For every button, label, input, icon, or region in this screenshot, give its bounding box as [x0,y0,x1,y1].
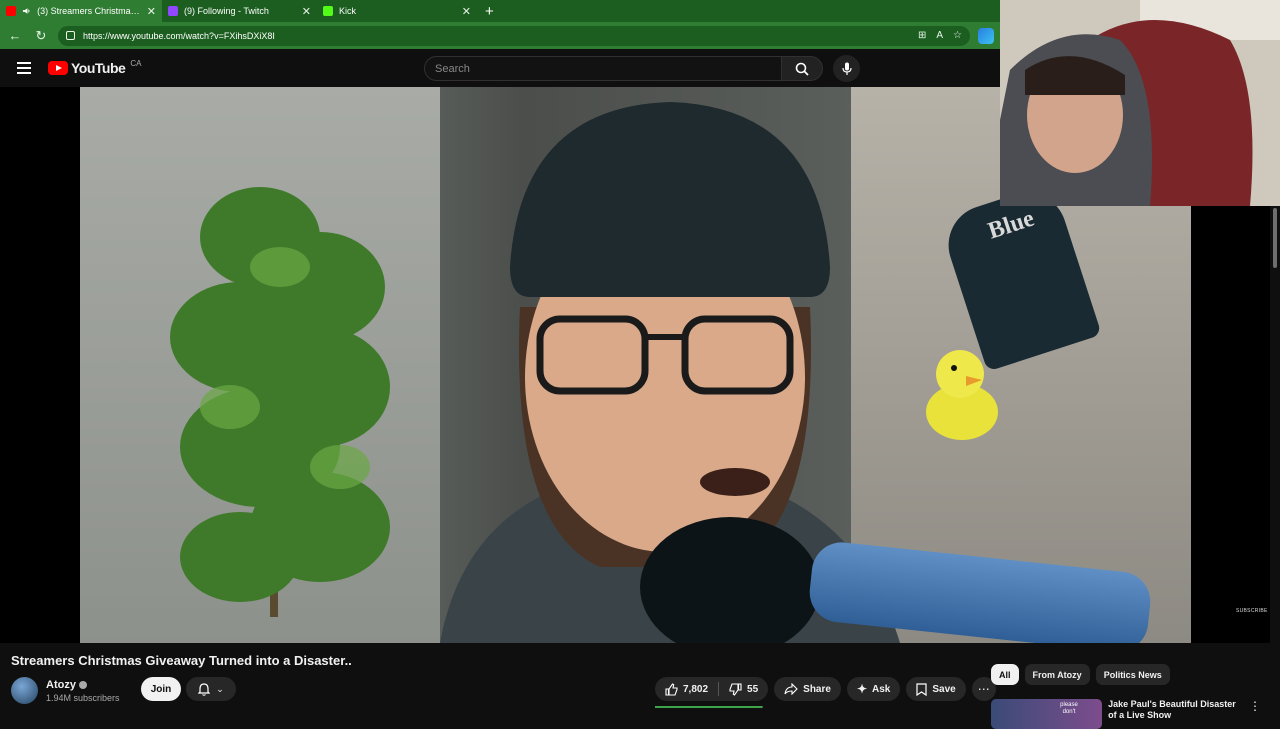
plant-image [170,187,390,617]
thumbnail-text: please don't [1060,702,1078,715]
favorite-star-icon[interactable]: ☆ [953,30,962,41]
save-label: Save [932,683,956,695]
sparkle-icon: ✦ [856,682,868,696]
ask-label: Ask [872,683,891,695]
chip-from-atozy[interactable]: From Atozy [1024,664,1090,685]
rubber-duck-image [926,350,998,440]
save-button[interactable]: Save [906,677,966,701]
bookmark-icon [916,682,927,696]
back-arrow-icon[interactable]: ← [6,28,24,43]
share-button[interactable]: Share [774,677,841,701]
share-label: Share [803,683,831,695]
chip-all[interactable]: All [991,664,1019,685]
speaker-icon[interactable] [22,6,31,16]
address-bar-row: ← ↻ https://www.youtube.com/watch?v=FXih… [0,22,1000,49]
search-button[interactable] [781,56,823,81]
channel-name[interactable]: Atozy [46,679,76,691]
hamburger-menu-icon[interactable] [17,62,31,74]
browser-tab-bar: (3) Streamers Christmas Giv ✕ (9) Follow… [0,0,1000,22]
youtube-favicon-icon [6,6,16,16]
chip-politics-news[interactable]: Politics News [1095,664,1170,685]
webcam-person-image [1000,0,1280,206]
close-tab-icon[interactable]: ✕ [302,5,311,18]
recommended-thumbnail[interactable]: please don't [991,699,1103,729]
more-vertical-icon[interactable]: ⋮ [1249,699,1261,729]
like-button[interactable]: 7,802 [655,677,718,701]
twitch-favicon-icon [168,6,178,16]
copilot-icon[interactable] [978,27,994,44]
tab-title: (9) Following - Twitch [184,6,269,16]
subscribed-bell-button[interactable]: ⌄ [186,677,236,701]
recommended-video[interactable]: please don't Jake Paul's Beautiful Disas… [991,699,1261,729]
split-screen-icon[interactable]: ⊞ [918,30,926,41]
channel-name-row[interactable]: Atozy [46,679,120,691]
recommendation-chips: All From Atozy Politics News [991,664,1170,685]
close-tab-icon[interactable]: ✕ [462,5,471,18]
close-tab-icon[interactable]: ✕ [147,5,156,18]
dislike-count: 55 [747,683,759,695]
tab-title: (3) Streamers Christmas Giv [37,6,141,16]
logo-text: YouTube [71,60,126,76]
tab-title: Kick [339,6,357,16]
youtube-masthead: YouTube CA [0,49,1000,87]
url-text: https://www.youtube.com/watch?v=FXihsDXi… [83,30,275,41]
verified-badge-icon [78,680,87,689]
video-actions: 7,802 55 Share ✦ Ask Save ⋯ [655,677,996,701]
url-field[interactable]: https://www.youtube.com/watch?v=FXihsDXi… [58,25,970,46]
read-aloud-icon[interactable]: A [936,30,943,41]
browser-tab-youtube[interactable]: (3) Streamers Christmas Giv ✕ [0,0,162,22]
search-box [424,56,782,81]
channel-owner: Atozy 1.94M subscribers [11,677,120,704]
new-tab-button[interactable]: + [477,3,502,20]
share-icon [784,683,798,695]
page-scrollbar[interactable] [1270,206,1280,720]
chevron-down-icon: ⌄ [216,683,224,694]
subscriber-count: 1.94M subscribers [46,692,120,703]
like-count: 7,802 [683,683,709,695]
more-dots-icon: ⋯ [977,682,990,696]
search-input[interactable] [435,62,781,75]
microphone-icon [841,62,852,75]
like-ratio-bar [655,706,763,708]
lock-icon [66,31,75,40]
like-ratio-fill [655,706,763,708]
subscribe-watermark[interactable]: SUBSCRIBE [1236,608,1268,614]
youtube-logo[interactable]: YouTube CA [48,58,142,76]
search-icon [795,62,809,76]
like-dislike-group: 7,802 55 [655,677,769,701]
video-title: Streamers Christmas Giveaway Turned into… [11,653,352,668]
scrollbar-thumb[interactable] [1273,208,1277,268]
logo-region: CA [130,58,142,68]
voice-search-button[interactable] [833,55,860,82]
ask-button[interactable]: ✦ Ask [846,677,901,701]
browser-tab-kick[interactable]: Kick ✕ [317,0,477,22]
bell-icon [198,682,211,696]
join-button[interactable]: Join [141,677,181,701]
webcam-overlay [1000,0,1280,206]
recommended-title[interactable]: Jake Paul's Beautiful Disaster of a Live… [1108,699,1243,729]
youtube-play-icon [48,61,68,75]
channel-avatar[interactable] [11,677,38,704]
kick-favicon-icon [323,6,333,16]
thumbs-up-icon [665,682,678,696]
thumbs-down-icon [729,682,742,696]
dislike-button[interactable]: 55 [719,677,768,701]
browser-tab-twitch[interactable]: (9) Following - Twitch ✕ [162,0,317,22]
refresh-icon[interactable]: ↻ [32,28,50,44]
